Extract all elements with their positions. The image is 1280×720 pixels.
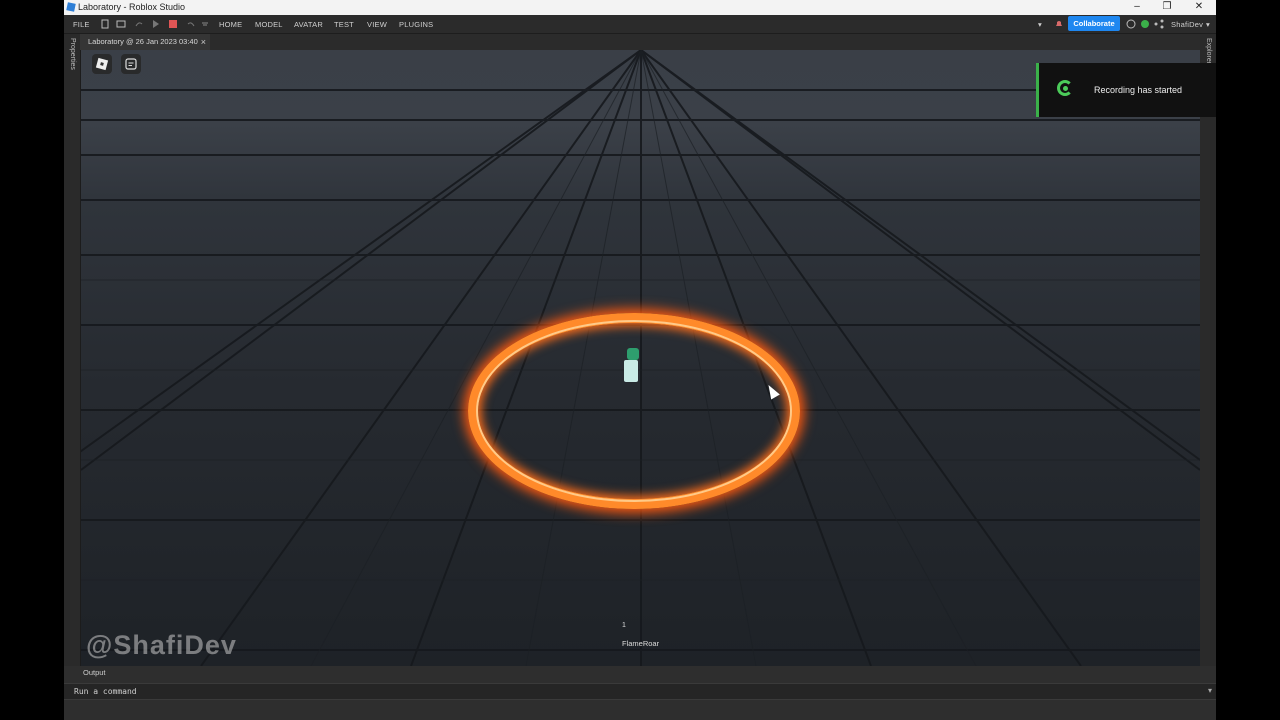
user-menu[interactable]: ShafiDev	[1171, 20, 1203, 29]
tab-close-icon[interactable]: ×	[201, 34, 206, 50]
editor-tab-row: Laboratory @ 26 Jan 2023 03:40 ×	[80, 34, 1200, 50]
chat-button[interactable]	[121, 54, 141, 74]
menu-plugins[interactable]: PLUGINS	[399, 20, 433, 29]
menu-view[interactable]: VIEW	[367, 20, 387, 29]
notification-text: Recording has started	[1094, 85, 1183, 95]
online-status-icon	[1141, 20, 1149, 28]
chevron-down-icon[interactable]: ▾	[1038, 20, 1042, 29]
minimize-icon[interactable]: –	[1130, 1, 1144, 12]
close-window-icon[interactable]: ✕	[1192, 1, 1206, 12]
undo-icon[interactable]	[186, 19, 196, 29]
watermark: @ShafiDev	[86, 630, 237, 660]
stop-icon[interactable]	[168, 19, 178, 29]
chat-icon	[125, 58, 137, 70]
restore-icon[interactable]: ❐	[1160, 1, 1174, 12]
game-viewport[interactable]: 1 FlameRoar @ShafiDev	[81, 50, 1200, 666]
roblox-studio-logo-icon	[66, 2, 76, 12]
avatar-head	[627, 348, 639, 360]
menu-bar: FILE HOME MODEL AVATAR TEST VIEW PLUGINS…	[64, 15, 1216, 34]
menu-avatar[interactable]: AVATAR	[294, 20, 323, 29]
command-input[interactable]: Run a command	[74, 687, 137, 696]
tab-label: Laboratory @ 26 Jan 2023 03:40	[88, 37, 198, 46]
command-dropdown-icon[interactable]: ▾	[1208, 686, 1212, 695]
help-icon[interactable]	[1126, 19, 1136, 29]
avatar-character	[624, 360, 638, 382]
menu-home[interactable]: HOME	[219, 20, 242, 29]
hotbar-slot-number: 1	[622, 622, 626, 629]
roblox-logo-icon	[95, 57, 109, 71]
studio-window: Laboratory - Roblox Studio – ❐ ✕ FILE HO…	[64, 0, 1216, 720]
share-icon[interactable]	[1154, 19, 1164, 29]
menu-test[interactable]: TEST	[334, 20, 354, 29]
tab-laboratory[interactable]: Laboratory @ 26 Jan 2023 03:40 ×	[80, 34, 210, 50]
roblox-menu-button[interactable]	[92, 54, 112, 74]
properties-panel-tab[interactable]: Properties	[69, 38, 76, 70]
menu-model[interactable]: MODEL	[255, 20, 283, 29]
right-panel-strip: Explorer	[1200, 34, 1216, 666]
output-panel-label[interactable]: Output	[83, 668, 106, 677]
window-title: Laboratory - Roblox Studio	[78, 2, 186, 12]
new-file-icon[interactable]	[100, 19, 110, 29]
hotbar-ability-name[interactable]: FlameRoar	[622, 639, 659, 648]
menu-file[interactable]: FILE	[73, 20, 90, 29]
left-panel-strip: Properties	[64, 34, 81, 666]
open-file-icon[interactable]	[116, 19, 126, 29]
command-bar[interactable]: Run a command ▾	[64, 683, 1216, 700]
recording-dot-icon	[1063, 86, 1068, 91]
overflow-icon[interactable]	[200, 19, 210, 29]
redo-icon[interactable]	[134, 19, 144, 29]
play-icon[interactable]	[151, 19, 161, 29]
title-bar: Laboratory - Roblox Studio – ❐ ✕	[64, 0, 1216, 15]
user-chevron-icon[interactable]: ▾	[1206, 20, 1210, 29]
collaborate-button[interactable]: Collaborate	[1068, 16, 1120, 31]
explorer-panel-tab[interactable]: Explorer	[1205, 38, 1212, 64]
recording-notification: Recording has started	[1036, 63, 1216, 117]
notification-bell-icon[interactable]	[1054, 19, 1064, 29]
